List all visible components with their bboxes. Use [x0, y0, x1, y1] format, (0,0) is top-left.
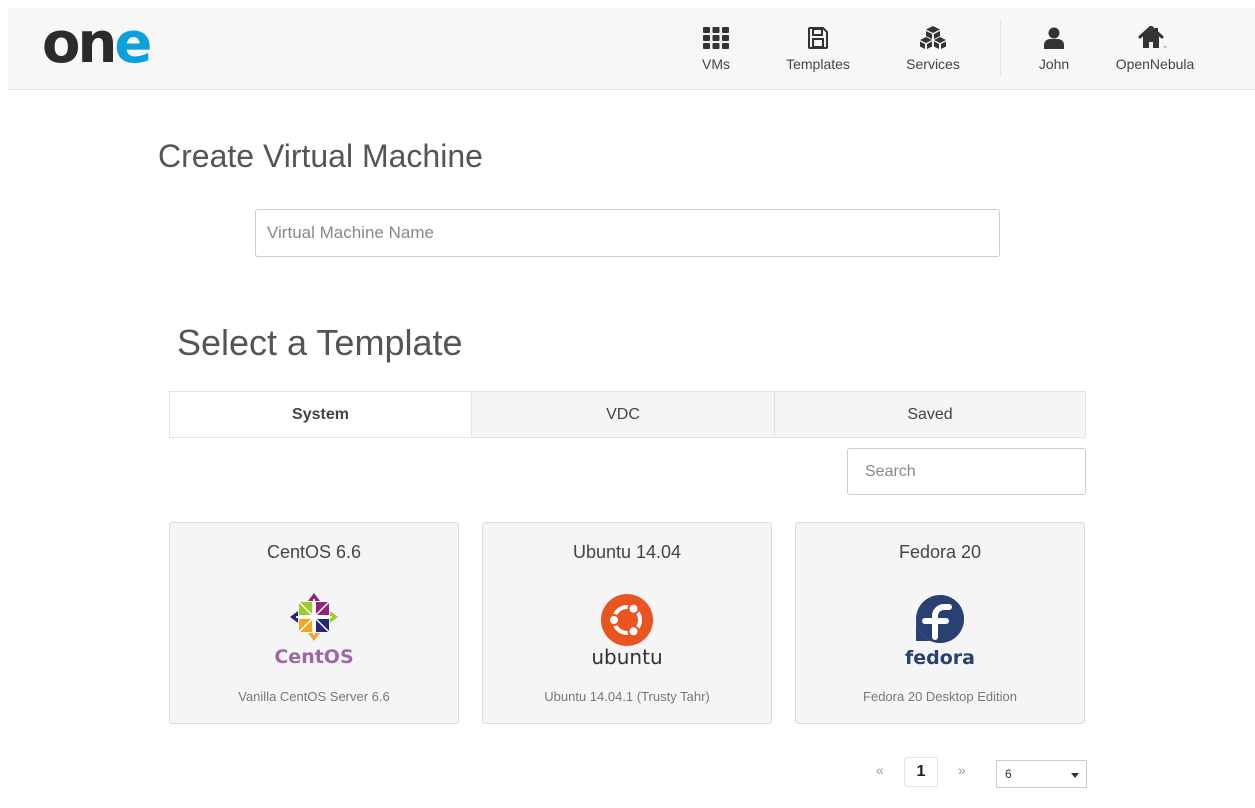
page-title: Create Virtual Machine [158, 138, 483, 174]
page-size-value: 6 [1005, 767, 1012, 781]
template-name: CentOS 6.6 [266, 542, 362, 562]
template-description: Fedora 20 Desktop Edition [863, 689, 1017, 704]
fedora-logo: fedora [796, 593, 1084, 669]
centos-logo: CentOS [170, 593, 458, 669]
nav-label-user: John [1038, 56, 1070, 72]
template-card-fedora[interactable]: Fedora 20 fedora Fedora 20 Desktop Editi… [795, 522, 1085, 724]
grid-icon [703, 26, 729, 50]
template-name: Ubuntu 14.04 [572, 542, 682, 562]
template-card-centos[interactable]: CentOS 6.6 CentOS Vanilla CentOS Server … [169, 522, 459, 724]
nav-label-vms: VMs [702, 56, 730, 72]
template-tabs: System VDC Saved [169, 391, 1086, 438]
nav-vms[interactable]: VMs [694, 8, 738, 90]
pagination-prev[interactable]: « [876, 762, 884, 778]
page-size-select[interactable]: 6 [996, 760, 1087, 788]
template-name: Fedora 20 [898, 542, 982, 562]
nav-user[interactable]: John [1034, 8, 1074, 90]
tab-system[interactable]: System [170, 392, 471, 437]
home-icon [1138, 26, 1172, 50]
search-input[interactable] [847, 448, 1086, 495]
tab-saved[interactable]: Saved [774, 392, 1085, 437]
vm-name-input[interactable] [255, 209, 1000, 257]
nav-divider [1000, 20, 1001, 76]
nav-label-templates: Templates [786, 56, 850, 72]
cubes-icon [919, 26, 947, 50]
nav-label-services: Services [906, 56, 960, 72]
ubuntu-logo: ubuntu [483, 593, 771, 669]
nav-zone[interactable]: OpenNebula [1110, 8, 1200, 90]
template-description: Ubuntu 14.04.1 (Trusty Tahr) [544, 689, 710, 704]
floppy-disk-icon [808, 26, 828, 50]
ubuntu-logo-text: ubuntu [591, 645, 662, 669]
template-description: Vanilla CentOS Server 6.6 [238, 689, 390, 704]
pagination-next[interactable]: » [958, 762, 966, 778]
nav-label-zone: OpenNebula [1115, 56, 1195, 72]
section-title: Select a Template [177, 322, 463, 363]
pagination-page-current[interactable]: 1 [904, 757, 938, 787]
logo-text-e: e [114, 11, 152, 76]
top-bar: on e VMs Templates Services John OpenNeb… [8, 8, 1255, 90]
fedora-logo-text: fedora [905, 647, 975, 669]
template-card-ubuntu[interactable]: Ubuntu 14.04 ubuntu Ubuntu 14.04.1 (Trus… [482, 522, 772, 724]
chevron-down-icon [1071, 773, 1079, 778]
nav-services[interactable]: Services [898, 8, 968, 90]
opennebula-logo[interactable]: on e [42, 11, 152, 76]
nav-templates[interactable]: Templates [778, 8, 858, 90]
logo-text-one: on [42, 11, 117, 76]
user-icon [1044, 26, 1064, 50]
tab-vdc[interactable]: VDC [471, 392, 774, 437]
centos-logo-text: CentOS [274, 646, 353, 668]
